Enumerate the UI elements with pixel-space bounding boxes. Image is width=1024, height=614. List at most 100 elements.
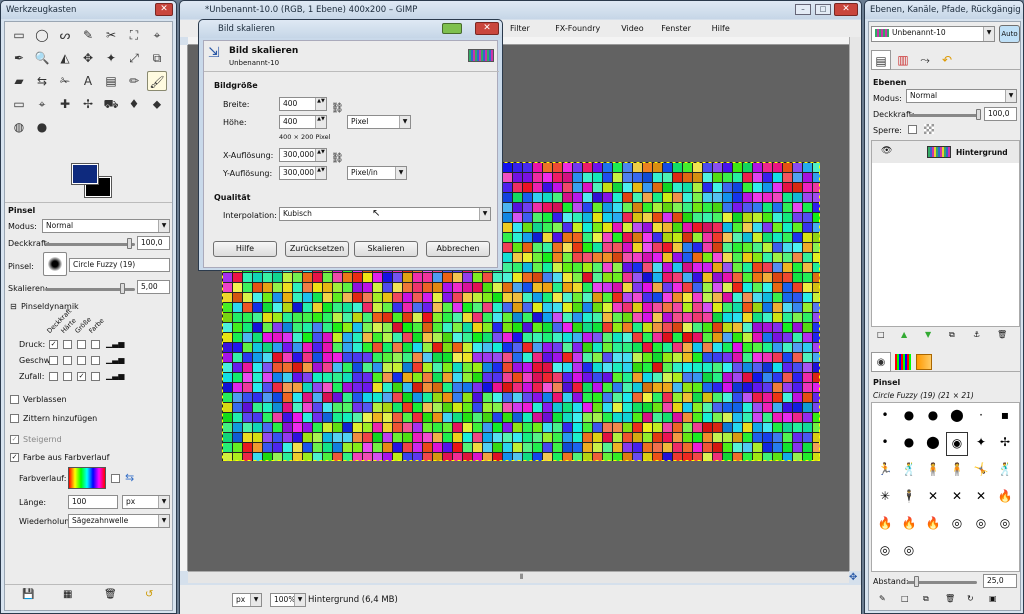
spacing-slider-handle[interactable]	[914, 576, 919, 587]
interpolation-select[interactable]: Kubisch ▼	[279, 207, 491, 221]
brush-preview-button[interactable]	[43, 252, 67, 276]
scale-icon[interactable]: ▰	[9, 71, 29, 91]
gradient-preview[interactable]	[68, 467, 106, 489]
foreground-select-icon[interactable]: ⛶	[124, 25, 144, 45]
brush-preset-icon[interactable]: 🤸	[970, 459, 992, 483]
cancel-button[interactable]: Abbrechen	[426, 241, 490, 257]
maximize-icon[interactable]: □	[815, 4, 831, 15]
swap-arrows-icon[interactable]: ⇆	[125, 471, 134, 484]
brush-preset-icon[interactable]: •	[874, 432, 896, 456]
incremental-checkbox[interactable]: ✓	[10, 435, 19, 444]
opacity-slider[interactable]	[45, 243, 135, 246]
dynamics-checkbox[interactable]	[63, 372, 72, 381]
brush-preset-icon[interactable]: 🔥	[874, 513, 896, 537]
ellipse-select-icon[interactable]: ◯	[32, 25, 52, 45]
dynamics-checkbox[interactable]	[49, 356, 58, 365]
layers-opacity-spinbox[interactable]: 100,0	[984, 107, 1017, 121]
resolution-unit-select[interactable]: Pixel/in ▼	[347, 166, 407, 180]
scale-slider-handle[interactable]	[120, 283, 125, 294]
scale-spinbox[interactable]: 5,00	[137, 280, 170, 294]
curve-icon[interactable]: ▁▃▅	[106, 339, 124, 348]
free-select-icon[interactable]: ᔕ	[55, 25, 75, 45]
close-icon[interactable]: ✕	[155, 3, 173, 16]
reset-options-icon[interactable]: ↺	[145, 589, 153, 600]
fade-checkbox[interactable]	[10, 395, 19, 404]
layer-row[interactable]: 👁 Hintergrund	[872, 141, 1019, 163]
delete-layer-icon[interactable]: 🗑	[997, 330, 1007, 339]
brush-preset-icon[interactable]: ◉	[946, 432, 968, 456]
brush-preset-icon[interactable]: ◎	[898, 540, 920, 564]
scissors-icon[interactable]: ✂	[101, 25, 121, 45]
reset-button[interactable]: Zurücksetzen	[285, 241, 349, 257]
brush-preset-icon[interactable]: 🔥	[922, 513, 944, 537]
opacity-slider-handle[interactable]	[127, 238, 132, 249]
gradients-tab-icon[interactable]	[916, 354, 932, 370]
curve-icon[interactable]: ▁▃▅	[106, 371, 124, 380]
anchor-icon[interactable]: ⚓	[973, 330, 980, 339]
layers-opacity-slider[interactable]	[909, 114, 979, 117]
bucket-fill-icon[interactable]: ▤	[101, 71, 121, 91]
heal-icon[interactable]: ✚	[55, 94, 75, 114]
unit-select[interactable]: px ▼	[232, 593, 262, 607]
xres-spinbox[interactable]: 300,000 ▲▼	[279, 148, 327, 162]
length-spinbox[interactable]: 100	[68, 495, 118, 509]
move-icon[interactable]: ✥	[78, 48, 98, 68]
brush-preset-icon[interactable]: ▪	[994, 405, 1016, 429]
expander-minus-icon[interactable]: ⊟	[10, 302, 17, 311]
raise-layer-icon[interactable]: ▲	[901, 330, 907, 339]
text-icon[interactable]: A	[78, 71, 98, 91]
mode-select[interactable]: Normal ▼	[42, 219, 170, 233]
duplicate-brush-icon[interactable]: ⧉	[923, 594, 929, 604]
brush-preset-icon[interactable]: ✳	[874, 486, 896, 510]
brush-preset-icon[interactable]: ✕	[970, 486, 992, 510]
smudge-icon[interactable]: ♦	[124, 94, 144, 114]
scale-button[interactable]: Skalieren	[354, 241, 418, 257]
edit-brush-icon[interactable]: ✎	[879, 594, 886, 603]
menu-item[interactable]: Filter	[510, 24, 530, 33]
crop-icon[interactable]: ⤢	[124, 48, 144, 68]
auto-button[interactable]: Auto	[999, 25, 1020, 43]
image-select[interactable]: Unbenannt-10 ▼	[871, 26, 995, 42]
color-picker-icon[interactable]: ✒	[9, 48, 29, 68]
rect-select-icon[interactable]: ▭	[9, 25, 29, 45]
menu-item[interactable]: FX-Foundry	[555, 24, 600, 33]
dynamics-checkbox[interactable]	[63, 356, 72, 365]
length-unit-select[interactable]: px ▼	[122, 495, 170, 509]
minimize-icon[interactable]: –	[795, 4, 811, 15]
perspective-icon[interactable]: ●	[32, 117, 52, 137]
dynamics-checkbox[interactable]	[91, 340, 100, 349]
repeat-select[interactable]: Sägezahnwelle ▼	[68, 514, 170, 528]
channels-tab-icon[interactable]: ▥	[893, 50, 913, 70]
width-spinbox[interactable]: 400 ▲▼	[279, 97, 327, 111]
dynamics-checkbox[interactable]	[63, 340, 72, 349]
layers-dock-titlebar[interactable]: Ebenen, Kanäle, Pfade, Rückgängig …	[865, 1, 1023, 19]
menu-item[interactable]: Hilfe	[712, 24, 730, 33]
vertical-scrollbar[interactable]	[849, 37, 861, 571]
brush-preset-icon[interactable]: ✦	[970, 432, 992, 456]
close-icon[interactable]: ✕	[834, 3, 858, 16]
refresh-brushes-icon[interactable]: ↻	[967, 594, 974, 603]
brush-preset-icon[interactable]: ·	[970, 405, 992, 429]
open-as-image-icon[interactable]: ▣	[989, 594, 997, 603]
new-layer-icon[interactable]: □	[877, 330, 885, 339]
fuzzy-select-icon[interactable]: ✎	[78, 25, 98, 45]
brush-preset-icon[interactable]: 🔥	[994, 486, 1016, 510]
save-options-icon[interactable]: 💾	[22, 589, 34, 600]
size-unit-select[interactable]: Pixel ▼	[347, 115, 411, 129]
lock-alpha-icon[interactable]	[924, 124, 934, 134]
align-icon[interactable]: ✦	[101, 48, 121, 68]
duplicate-layer-icon[interactable]: ⧉	[949, 330, 955, 340]
brush-preset-icon[interactable]: ●	[922, 405, 944, 429]
chain-link-icon[interactable]: ⛓	[331, 103, 344, 114]
chain-link-icon[interactable]: ⛓	[331, 153, 344, 164]
lock-pixels-checkbox[interactable]	[908, 125, 917, 134]
paths-tab-icon[interactable]: ⤳	[915, 50, 935, 70]
brush-preset-icon[interactable]: 🏃	[874, 459, 896, 483]
flip-icon[interactable]: ⇆	[32, 71, 52, 91]
brushes-tab-icon[interactable]: ◉	[871, 352, 891, 372]
menu-item[interactable]: Fenster	[661, 24, 691, 33]
brush-preset-icon[interactable]: ◎	[994, 513, 1016, 537]
brush-preset-icon[interactable]: ✢	[994, 432, 1016, 456]
delete-brush-icon[interactable]: 🗑	[945, 594, 955, 603]
yres-spinbox[interactable]: 300,000 ▲▼	[279, 166, 327, 180]
